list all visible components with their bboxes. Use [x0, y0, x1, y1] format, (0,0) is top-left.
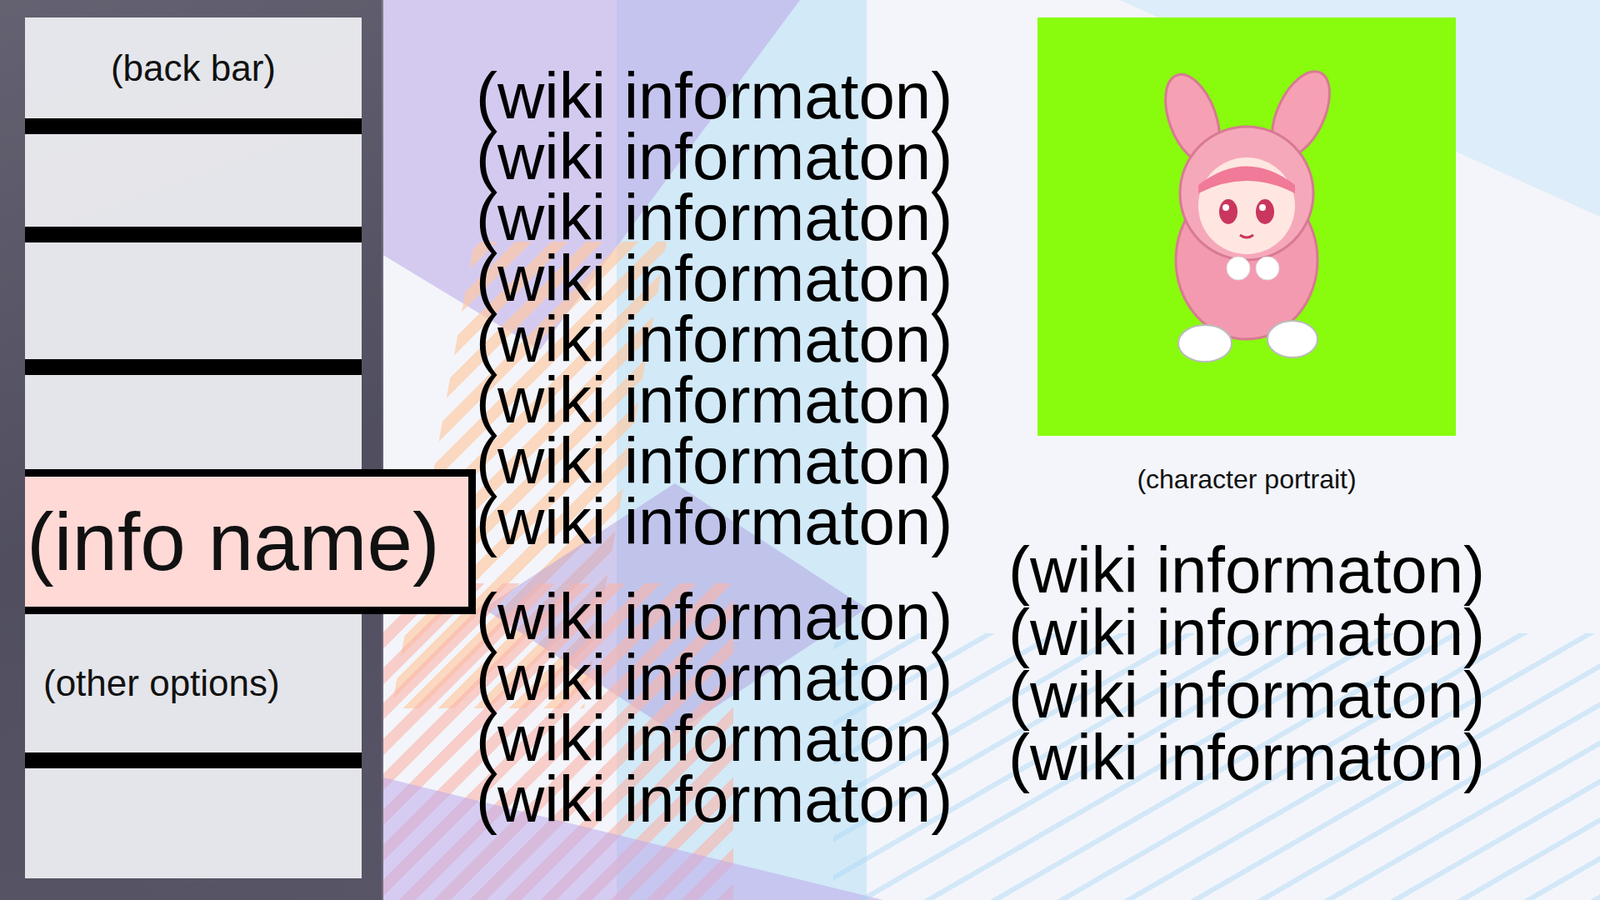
wiki-line: (wiki informaton): [475, 65, 960, 127]
wiki-line: (wiki informaton): [475, 370, 960, 431]
wiki-line: (wiki informaton): [1008, 664, 1485, 727]
menu-divider: [25, 359, 362, 375]
character-figure-icon: [1113, 68, 1380, 385]
empty-menu-slot: [25, 134, 362, 227]
wiki-line: (wiki informaton): [475, 187, 960, 249]
portrait-panel: (character portrait)(wiki informaton)(wi…: [1005, 0, 1489, 900]
wiki-line: (wiki informaton): [475, 248, 960, 310]
menu-divider: [25, 118, 362, 135]
menu-option[interactable]: (info name): [25, 469, 476, 615]
wiki-line: (wiki informaton): [475, 586, 960, 648]
wiki-line: (wiki informaton): [1008, 601, 1485, 665]
wiki-line: (wiki informaton): [475, 126, 960, 188]
wiki-screen: (back bar)(info name)(other options)(wik…: [0, 0, 1600, 900]
wiki-line: (wiki informaton): [475, 309, 960, 370]
wiki-main-text: (wiki informaton)(wiki informaton)(wiki …: [475, 0, 960, 900]
portrait-caption: (character portrait): [1136, 462, 1356, 496]
wiki-line: (wiki informaton): [475, 430, 960, 492]
wiki-line: (wiki informaton): [475, 769, 960, 830]
wiki-side-text: (wiki informaton)(wiki informaton)(wiki …: [1008, 539, 1485, 790]
wiki-line: (wiki informaton): [475, 647, 960, 709]
empty-menu-slot: [25, 375, 362, 470]
character-portrait: [1037, 17, 1456, 436]
empty-menu-slot: [25, 768, 362, 879]
menu-option[interactable]: (other options): [25, 614, 362, 753]
menu-divider: [25, 226, 362, 243]
wiki-text-group: (wiki informaton)(wiki informaton)(wiki …: [475, 586, 960, 830]
back-button[interactable]: (back bar): [25, 17, 362, 119]
menu-label: (info name): [26, 500, 440, 583]
wiki-line: (wiki informaton): [475, 708, 960, 770]
menu-label: (other options): [43, 662, 280, 705]
menu-label: (back bar): [110, 47, 276, 90]
sidebar: (back bar)(info name)(other options): [0, 0, 382, 900]
wiki-text-group: (wiki informaton)(wiki informaton)(wiki …: [475, 65, 960, 553]
wiki-line: (wiki informaton): [1008, 539, 1485, 602]
wiki-line: (wiki informaton): [1008, 726, 1485, 790]
wiki-line: (wiki informaton): [475, 491, 960, 553]
empty-menu-slot: [25, 242, 362, 360]
menu-divider: [25, 752, 362, 769]
